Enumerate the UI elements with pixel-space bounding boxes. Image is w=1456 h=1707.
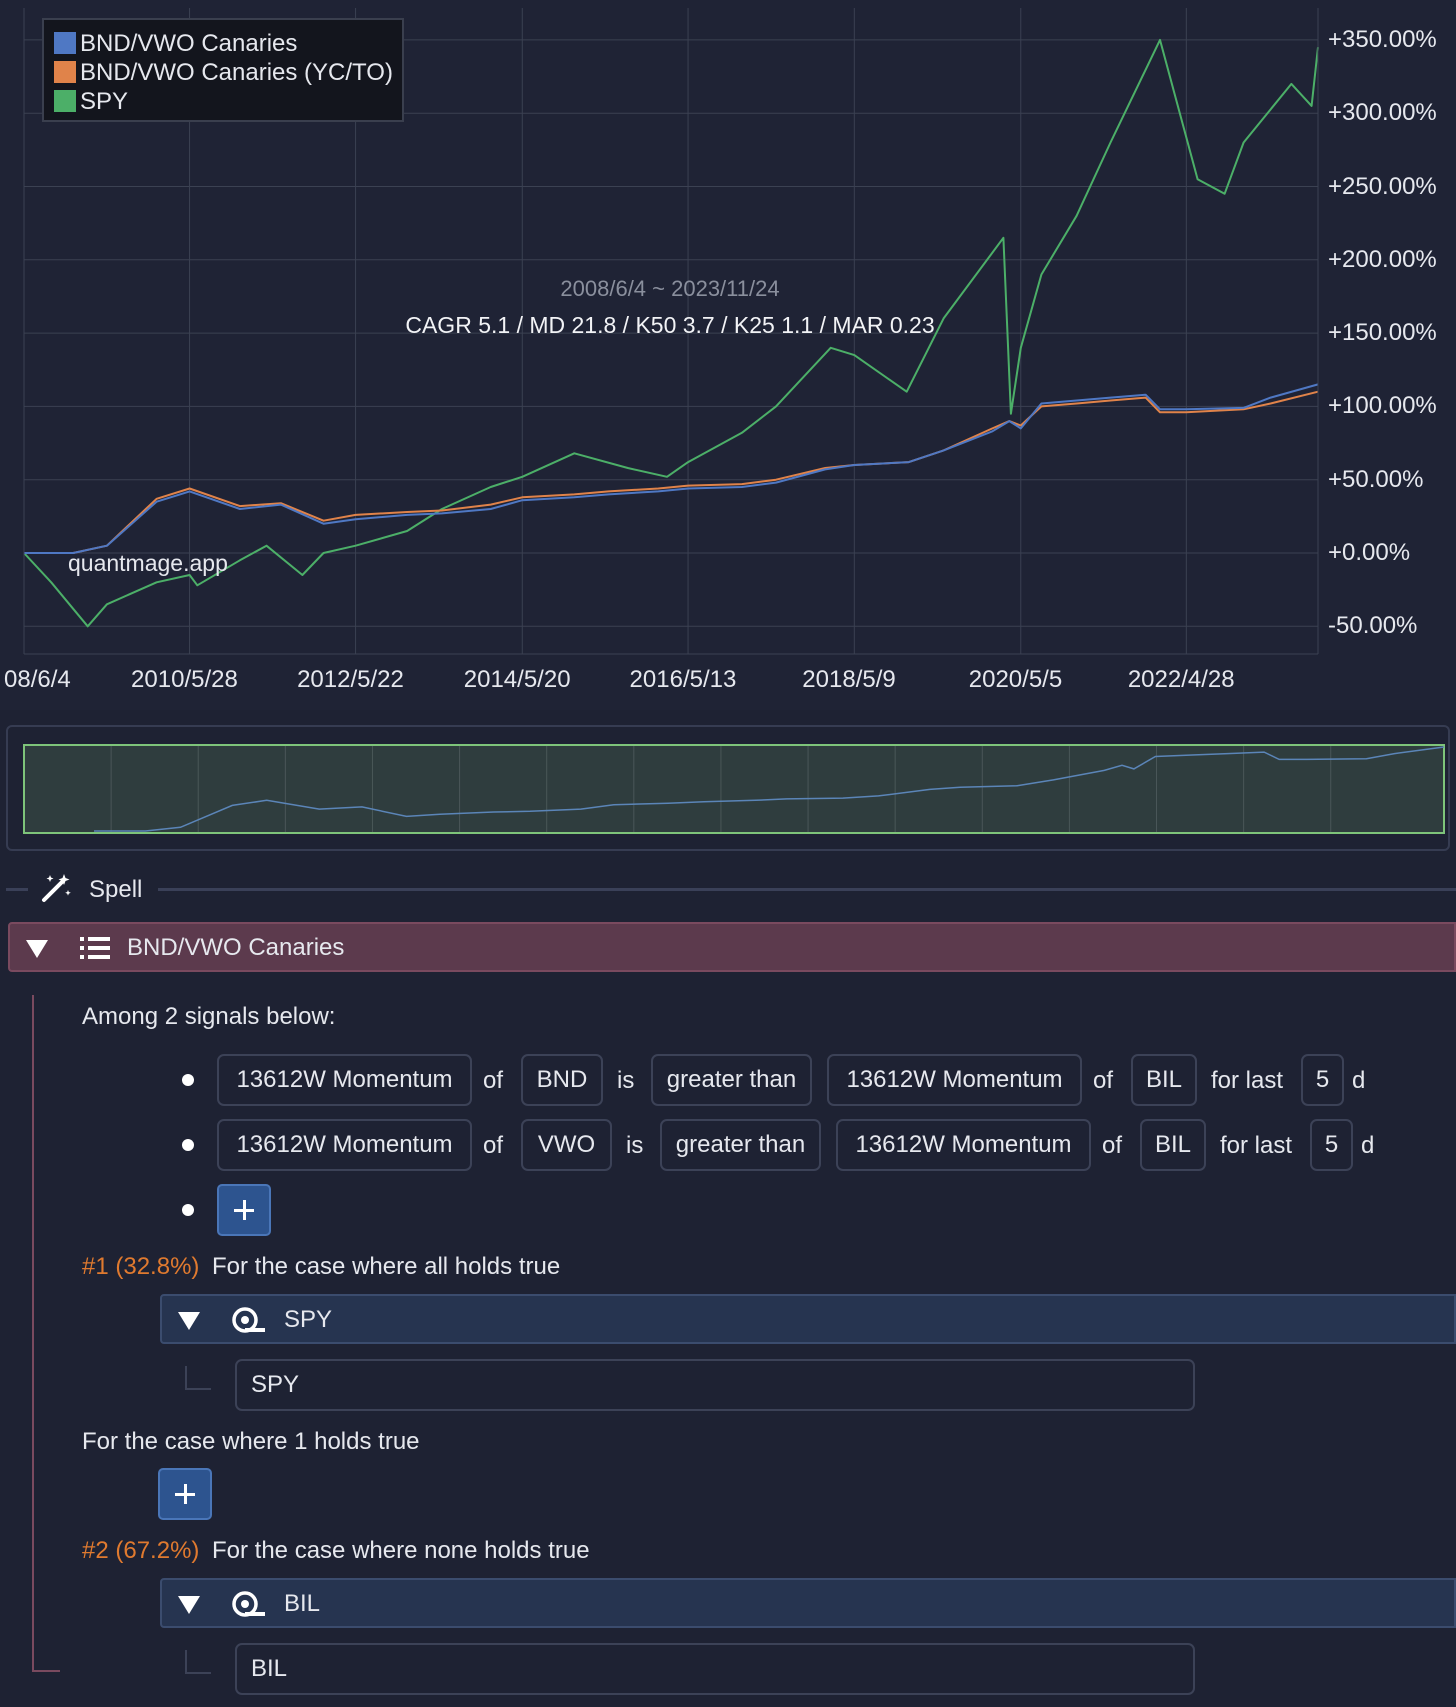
y-tick-label: +250.00% bbox=[1328, 172, 1437, 200]
legend-swatch bbox=[54, 90, 76, 112]
legend-label: SPY bbox=[80, 88, 129, 115]
collapse-triangle-icon[interactable] bbox=[178, 1312, 200, 1330]
magic-wand-icon bbox=[40, 872, 72, 909]
watermark: quantmage.app bbox=[68, 550, 228, 576]
x-tick-label: 2010/5/28 bbox=[131, 666, 238, 693]
x-tick-label: 2020/5/5 bbox=[968, 666, 1063, 693]
x-tick-label: 08/6/4 bbox=[4, 666, 71, 693]
case-label: For the case where 1 holds true bbox=[82, 1428, 420, 1455]
x-tick-label: 2022/4/28 bbox=[1127, 666, 1235, 693]
x-tick-label: 2016/5/13 bbox=[629, 666, 737, 693]
asset-node-title: BIL bbox=[284, 1590, 321, 1617]
node-title: BND/VWO Canaries bbox=[127, 934, 345, 961]
y-tick-label: -50.00% bbox=[1328, 612, 1418, 640]
days-input[interactable]: 5 bbox=[1301, 1054, 1344, 1106]
right-indicator-select[interactable]: 13612W Momentum bbox=[827, 1054, 1082, 1106]
x-tick-label: 2018/5/9 bbox=[802, 666, 896, 693]
days-input[interactable]: 5 bbox=[1310, 1119, 1353, 1171]
left-indicator-select[interactable]: 13612W Momentum bbox=[217, 1054, 472, 1106]
left-ticker-input[interactable]: BND bbox=[521, 1054, 603, 1106]
spell-label: Spell bbox=[89, 876, 143, 903]
y-tick-label: +100.00% bbox=[1328, 392, 1437, 420]
bullet bbox=[182, 1139, 194, 1151]
asset-node-title: SPY bbox=[284, 1306, 333, 1333]
y-tick-label: +150.00% bbox=[1328, 319, 1437, 347]
right-ticker-input[interactable]: BIL bbox=[1140, 1119, 1206, 1171]
left-ticker-input[interactable]: VWO bbox=[521, 1119, 612, 1171]
for-last-label: for last bbox=[1211, 1067, 1284, 1094]
navigator-chart[interactable] bbox=[8, 727, 1448, 849]
chart-panel: +350.00% +300.00% +250.00% +200.00% +150.00%… bbox=[0, 0, 1456, 710]
bullet bbox=[182, 1204, 194, 1216]
collapse-triangle-icon[interactable] bbox=[26, 940, 48, 958]
signals-intro: Among 2 signals below: bbox=[82, 1003, 336, 1030]
tree-elbow bbox=[185, 1650, 211, 1674]
for-last-label: for last bbox=[1220, 1132, 1293, 1159]
asset-node-header[interactable]: SPY bbox=[160, 1294, 1456, 1344]
legend-swatch bbox=[54, 61, 76, 83]
case-weight-tag: #2 (67.2%) bbox=[82, 1537, 200, 1564]
is-label: is bbox=[626, 1132, 644, 1159]
date-range-label: 2008/6/4 ~ 2023/11/24 bbox=[560, 276, 780, 301]
y-tick-label: +0.00% bbox=[1328, 539, 1411, 566]
tree-elbow bbox=[185, 1366, 211, 1390]
asset-icon bbox=[232, 1591, 266, 1622]
node-header[interactable]: BND/VWO Canaries bbox=[8, 922, 1456, 972]
legend-item[interactable]: SPY bbox=[54, 88, 128, 116]
y-tick-label: +300.00% bbox=[1328, 99, 1437, 127]
days-unit: d bbox=[1352, 1067, 1366, 1094]
legend-item[interactable]: BND/VWO Canaries (YC/TO) bbox=[54, 59, 393, 87]
legend-item[interactable]: BND/VWO Canaries bbox=[54, 30, 297, 58]
tree-line bbox=[32, 995, 34, 1670]
case-label: For the case where all holds true bbox=[212, 1253, 561, 1280]
y-tick-label: +50.00% bbox=[1328, 465, 1424, 493]
right-indicator-select[interactable]: 13612W Momentum bbox=[836, 1119, 1091, 1171]
comparator-select[interactable]: greater than bbox=[651, 1054, 812, 1106]
collapse-triangle-icon[interactable] bbox=[178, 1596, 200, 1614]
comparator-select[interactable]: greater than bbox=[660, 1119, 821, 1171]
of-label: of bbox=[483, 1067, 504, 1094]
of-label: of bbox=[483, 1132, 504, 1159]
legend-swatch bbox=[54, 32, 76, 54]
case-label: For the case where none holds true bbox=[212, 1537, 590, 1564]
asset-node-header[interactable]: BIL bbox=[160, 1578, 1456, 1628]
asset-ticker-input[interactable]: BIL bbox=[235, 1643, 1195, 1695]
legend-label: BND/VWO Canaries (YC/TO) bbox=[80, 59, 393, 86]
legend-label: BND/VWO Canaries bbox=[80, 30, 298, 57]
range-navigator[interactable] bbox=[6, 725, 1450, 851]
bullet bbox=[182, 1074, 194, 1086]
list-icon bbox=[80, 936, 110, 965]
days-unit: d bbox=[1361, 1132, 1375, 1159]
right-ticker-input[interactable]: BIL bbox=[1131, 1054, 1197, 1106]
chart-legend: BND/VWO Canaries BND/VWO Canaries (YC/TO… bbox=[42, 18, 404, 122]
is-label: is bbox=[617, 1067, 635, 1094]
stats-label: CAGR 5.1 / MD 21.8 / K50 3.7 / K25 1.1 /… bbox=[405, 312, 935, 338]
of-label: of bbox=[1093, 1067, 1114, 1094]
spell-section-header: Spell bbox=[0, 860, 1456, 916]
x-tick-label: 2014/5/20 bbox=[463, 666, 571, 693]
asset-icon bbox=[232, 1307, 266, 1338]
y-tick-label: +350.00% bbox=[1328, 25, 1437, 53]
add-case-node-button[interactable] bbox=[158, 1468, 212, 1520]
x-tick-label: 2012/5/22 bbox=[297, 666, 404, 693]
asset-ticker-input[interactable]: SPY bbox=[235, 1359, 1195, 1411]
left-indicator-select[interactable]: 13612W Momentum bbox=[217, 1119, 472, 1171]
add-signal-button[interactable] bbox=[217, 1184, 271, 1236]
case-weight-tag: #1 (32.8%) bbox=[82, 1253, 200, 1280]
tree-line bbox=[32, 1670, 60, 1672]
y-tick-label: +200.00% bbox=[1328, 245, 1437, 273]
of-label: of bbox=[1102, 1132, 1123, 1159]
